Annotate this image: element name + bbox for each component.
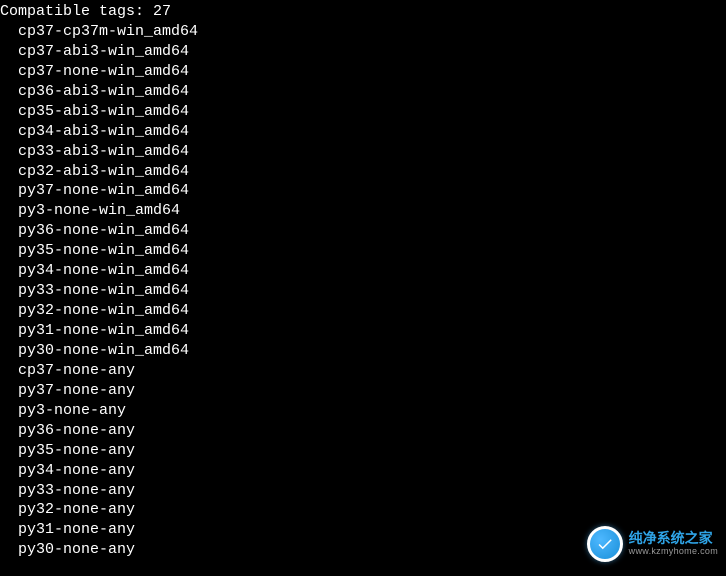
watermark-text: 纯净系统之家 www.kzmyhome.com — [629, 531, 718, 556]
tag-line: cp36-abi3-win_amd64 — [0, 82, 726, 102]
tag-line: py32-none-any — [0, 500, 726, 520]
tag-line: py30-none-win_amd64 — [0, 341, 726, 361]
tag-line: py35-none-any — [0, 441, 726, 461]
watermark-logo-icon — [587, 526, 623, 562]
tag-line: cp37-abi3-win_amd64 — [0, 42, 726, 62]
tag-line: py31-none-win_amd64 — [0, 321, 726, 341]
watermark-title: 纯净系统之家 — [629, 531, 718, 546]
checkmark-icon — [596, 535, 614, 553]
tag-list: cp37-cp37m-win_amd64cp37-abi3-win_amd64c… — [0, 22, 726, 560]
tag-line: cp32-abi3-win_amd64 — [0, 162, 726, 182]
tag-line: cp33-abi3-win_amd64 — [0, 142, 726, 162]
tag-line: py33-none-any — [0, 481, 726, 501]
tag-line: py36-none-any — [0, 421, 726, 441]
tag-line: cp37-cp37m-win_amd64 — [0, 22, 726, 42]
terminal-output: Compatible tags: 27 cp37-cp37m-win_amd64… — [0, 0, 726, 560]
tag-line: py32-none-win_amd64 — [0, 301, 726, 321]
tag-line: py33-none-win_amd64 — [0, 281, 726, 301]
tag-line: py34-none-any — [0, 461, 726, 481]
tag-line: cp37-none-win_amd64 — [0, 62, 726, 82]
tag-line: py36-none-win_amd64 — [0, 221, 726, 241]
compatible-tags-header: Compatible tags: 27 — [0, 2, 726, 22]
tag-line: py3-none-any — [0, 401, 726, 421]
tag-line: py37-none-any — [0, 381, 726, 401]
watermark: 纯净系统之家 www.kzmyhome.com — [587, 526, 718, 562]
watermark-url: www.kzmyhome.com — [629, 547, 718, 557]
tag-line: py3-none-win_amd64 — [0, 201, 726, 221]
tag-line: cp34-abi3-win_amd64 — [0, 122, 726, 142]
tag-line: py37-none-win_amd64 — [0, 181, 726, 201]
tag-line: py34-none-win_amd64 — [0, 261, 726, 281]
tag-line: cp35-abi3-win_amd64 — [0, 102, 726, 122]
tag-line: py35-none-win_amd64 — [0, 241, 726, 261]
tag-line: cp37-none-any — [0, 361, 726, 381]
